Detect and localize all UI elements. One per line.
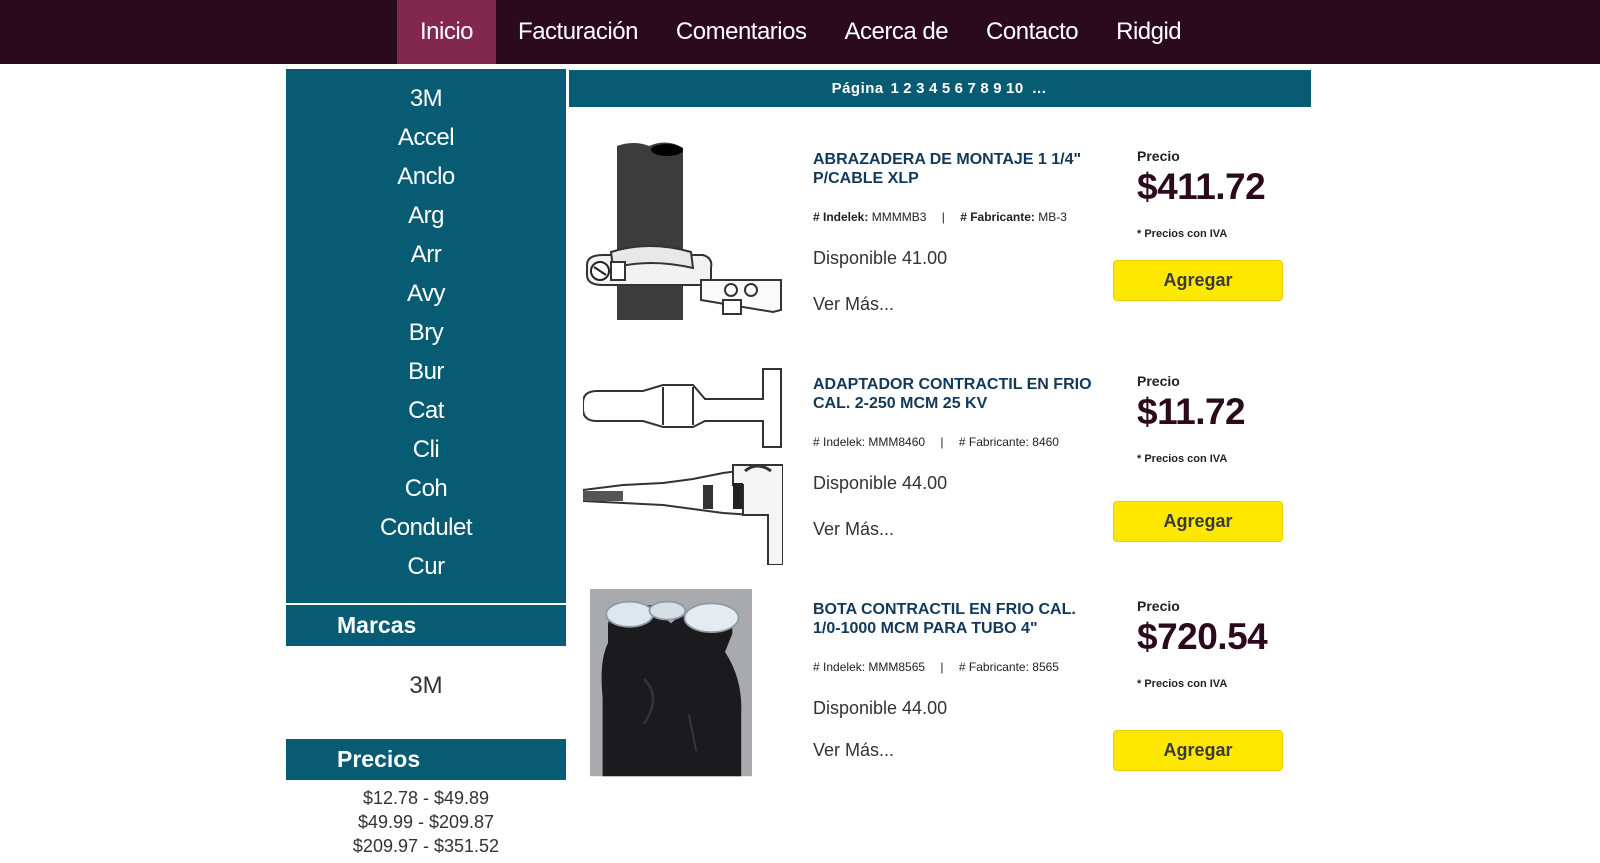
page-link[interactable]: 1: [890, 80, 899, 97]
product-title[interactable]: BOTA CONTRACTIL EN FRIO CAL. 1/0-1000 MC…: [813, 600, 1103, 638]
indelek-code: MMM8460: [868, 435, 926, 449]
product-price: $411.72: [1137, 166, 1266, 207]
page-link[interactable]: 3: [916, 80, 925, 97]
price-range-item[interactable]: $49.99 - $209.87: [286, 810, 566, 834]
brands-heading: Marcas: [286, 605, 566, 646]
category-item[interactable]: Bry: [286, 317, 566, 356]
brand-item[interactable]: 3M: [286, 646, 566, 737]
code-separator: |: [941, 210, 945, 224]
prices-heading: Precios: [286, 739, 566, 780]
page-link[interactable]: 8: [980, 80, 989, 97]
page-link[interactable]: 9: [993, 80, 1002, 97]
page-link[interactable]: 4: [929, 80, 938, 97]
category-item[interactable]: Accel: [286, 122, 566, 161]
product-card: BOTA CONTRACTIL EN FRIO CAL. 1/0-1000 MC…: [569, 568, 1311, 793]
category-item[interactable]: Avy: [286, 278, 566, 317]
fabricante-code: MB-3: [1038, 210, 1067, 224]
category-item[interactable]: Arg: [286, 200, 566, 239]
product-codes: # Indelek: MMM8460 | # Fabricante: 8460: [813, 435, 1059, 449]
iva-note: * Precios con IVA: [1137, 678, 1228, 690]
category-item[interactable]: Cli: [286, 434, 566, 473]
fabricante-label: # Fabricante:: [958, 660, 1029, 674]
add-to-cart-button[interactable]: Agregar: [1113, 501, 1283, 542]
category-list: 3M Accel Anclo Arg Arr Avy Bry Bur Cat C…: [286, 69, 566, 603]
sidebar: 3M Accel Anclo Arg Arr Avy Bry Bur Cat C…: [286, 69, 566, 858]
product-title[interactable]: ADAPTADOR CONTRACTIL EN FRIO CAL. 2-250 …: [813, 375, 1103, 413]
indelek-label: # Indelek:: [813, 660, 866, 674]
indelek-code: MMMMB3: [871, 210, 927, 224]
category-item[interactable]: Bur: [286, 356, 566, 395]
page-link[interactable]: 2: [903, 80, 912, 97]
fabricante-label: # Fabricante:: [958, 435, 1029, 449]
price-range-item[interactable]: $12.78 - $49.89: [286, 786, 566, 810]
page-link[interactable]: 5: [942, 80, 951, 97]
iva-note: * Precios con IVA: [1137, 228, 1228, 240]
category-item[interactable]: Cat: [286, 395, 566, 434]
indelek-label: # Indelek:: [813, 210, 869, 224]
page-link[interactable]: 6: [955, 80, 964, 97]
category-item[interactable]: Anclo: [286, 161, 566, 200]
product-title[interactable]: ABRAZADERA DE MONTAJE 1 1/4" P/CABLE XLP: [813, 150, 1103, 188]
fabricante-code: 8460: [1032, 435, 1059, 449]
page-link[interactable]: 10: [1006, 80, 1024, 97]
code-separator: |: [940, 435, 944, 449]
product-card: ADAPTADOR CONTRACTIL EN FRIO CAL. 2-250 …: [569, 343, 1311, 568]
add-to-cart-button[interactable]: Agregar: [1113, 260, 1283, 301]
category-item[interactable]: Coh: [286, 473, 566, 512]
top-navbar: Inicio Facturación Comentarios Acerca de…: [0, 0, 1600, 64]
product-price: $720.54: [1137, 616, 1268, 657]
category-item[interactable]: Condulet: [286, 512, 566, 551]
product-card: ABRAZADERA DE MONTAJE 1 1/4" P/CABLE XLP…: [569, 118, 1311, 343]
clamp-image[interactable]: [583, 140, 783, 340]
indelek-label: # Indelek:: [813, 435, 866, 449]
category-item[interactable]: Arr: [286, 239, 566, 278]
price-label: Precio: [1137, 373, 1180, 389]
page-link[interactable]: 7: [968, 80, 977, 97]
more-link[interactable]: Ver Más...: [813, 519, 894, 540]
category-item[interactable]: 3M: [286, 83, 566, 122]
product-price: $11.72: [1137, 391, 1246, 432]
nav-acerca-de[interactable]: Acerca de: [828, 0, 964, 64]
pagination-bar: Página 1 2 3 4 5 6 7 8 9 10 ...: [569, 70, 1311, 107]
more-link[interactable]: Ver Más...: [813, 294, 894, 315]
code-separator: |: [940, 660, 944, 674]
category-item[interactable]: Cur: [286, 551, 566, 590]
nav-comentarios[interactable]: Comentarios: [660, 0, 823, 64]
fabricante-code: 8565: [1032, 660, 1059, 674]
fabricante-label: # Fabricante:: [960, 210, 1035, 224]
pagination-label: Página: [831, 80, 884, 97]
nav-facturacion[interactable]: Facturación: [502, 0, 654, 64]
page-ellipsis-link[interactable]: ...: [1032, 80, 1046, 97]
product-codes: # Indelek: MMMMB3 | # Fabricante: MB-3: [813, 210, 1067, 224]
price-label: Precio: [1137, 598, 1180, 614]
nav-contacto[interactable]: Contacto: [970, 0, 1094, 64]
price-range-item[interactable]: $209.97 - $351.52: [286, 834, 566, 858]
iva-note: * Precios con IVA: [1137, 453, 1228, 465]
boot-image[interactable]: [590, 575, 770, 783]
availability: Disponible 44.00: [813, 473, 948, 493]
product-codes: # Indelek: MMM8565 | # Fabricante: 8565: [813, 660, 1059, 674]
availability: Disponible 44.00: [813, 698, 948, 718]
more-link[interactable]: Ver Más...: [813, 740, 894, 761]
availability: Disponible 41.00: [813, 248, 948, 268]
price-label: Precio: [1137, 148, 1180, 164]
nav-ridgid[interactable]: Ridgid: [1100, 0, 1197, 64]
nav-inicio[interactable]: Inicio: [397, 0, 497, 64]
add-to-cart-button[interactable]: Agregar: [1113, 730, 1283, 771]
adapter-image[interactable]: [583, 365, 783, 565]
main-nav: Inicio Facturación Comentarios Acerca de…: [397, 0, 1197, 64]
indelek-code: MMM8565: [868, 660, 926, 674]
